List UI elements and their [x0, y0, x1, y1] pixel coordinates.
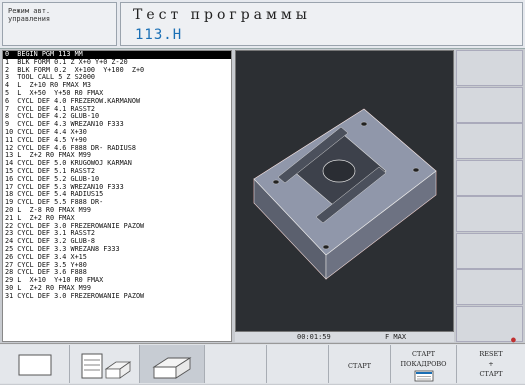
vertical-softkey-1[interactable]: [456, 50, 523, 86]
simulation-graphic: [235, 50, 454, 332]
reset-label: RESET: [479, 350, 503, 358]
operating-mode-label: Режим авт. управления: [8, 7, 51, 23]
run-time: 00:01:59: [297, 333, 331, 341]
title-panel: Тест программы 113.H: [120, 2, 523, 46]
start-single-block-label-1: СТАРТ: [412, 350, 435, 358]
vertical-softkey-4[interactable]: [456, 159, 523, 196]
program-line[interactable]: 31 CYCL DEF 3.0 FREZEROWANIE PAZOW: [3, 292, 231, 301]
layout-graphics-icon: [152, 357, 192, 379]
softkey-layout-graphics[interactable]: [140, 345, 205, 383]
status-bar: 00:01:59 F MAX: [235, 332, 454, 342]
feed-rate: F MAX: [385, 333, 407, 341]
program-file-name: 113.H: [135, 27, 183, 43]
layout-program-icon: [18, 354, 52, 376]
reset-start-button[interactable]: RESET + СТАРТ: [457, 345, 525, 383]
mode-title: Тест программы: [133, 7, 311, 23]
layout-program-graphics-icon: [81, 353, 132, 379]
single-block-icon: [414, 370, 434, 382]
vertical-softkey-6[interactable]: [456, 232, 523, 269]
reset-plus-label: +: [488, 360, 494, 368]
start-single-block-label-2: ПОКАДРОВО: [400, 360, 447, 368]
reset-start-label: СТАРТ: [479, 370, 503, 378]
program-listing[interactable]: 0 BEGIN PGM 113 MM 1 BLK FORM 0.1 Z X+0 …: [2, 50, 232, 342]
mode-indicator: Режим авт. управления: [2, 2, 117, 46]
vertical-softkey-column: [456, 50, 523, 342]
workpiece-3d-view: [253, 108, 437, 280]
softkey-empty-4[interactable]: [205, 345, 267, 383]
vertical-softkey-2[interactable]: [456, 86, 523, 123]
start-label: СТАРТ: [348, 362, 371, 370]
vertical-softkey-7[interactable]: [456, 269, 523, 305]
softkey-bar: СТАРТ СТАРТ ПОКАДРОВО RESET + СТАРТ: [0, 343, 525, 384]
vertical-softkey-5[interactable]: [456, 196, 523, 232]
softkey-layout-program-graphics[interactable]: [70, 345, 140, 383]
start-single-block-button[interactable]: СТАРТ ПОКАДРОВО: [391, 345, 457, 383]
softkey-layout-program[interactable]: [0, 345, 70, 383]
header-bar: Режим авт. управления Тест программы 113…: [0, 0, 525, 49]
workpiece-solid: [253, 108, 437, 280]
start-button[interactable]: СТАРТ: [329, 345, 391, 383]
vertical-softkey-3[interactable]: [456, 123, 523, 159]
softkey-empty-5[interactable]: [267, 345, 329, 383]
